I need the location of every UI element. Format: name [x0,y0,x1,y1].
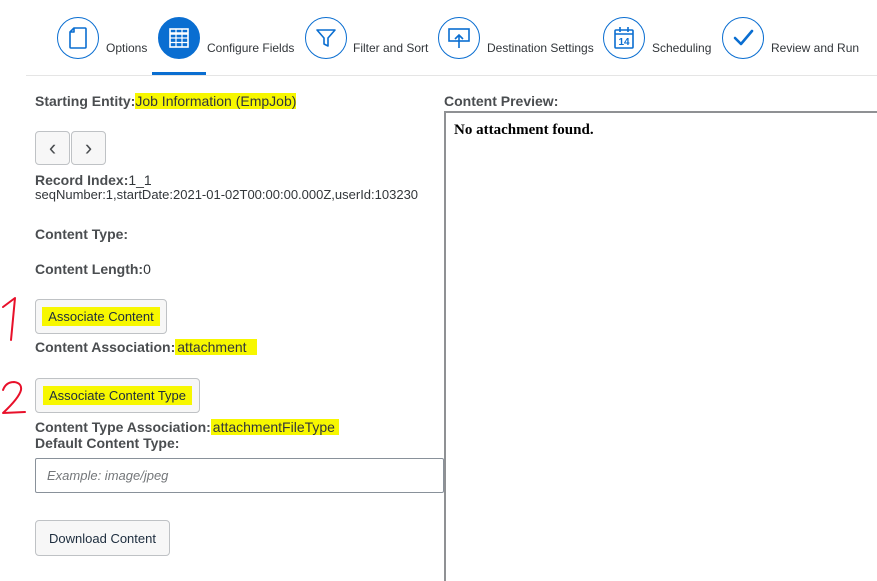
step-destination-settings-label[interactable]: Destination Settings [487,41,594,55]
chevron-right-icon: › [84,135,93,160]
annotation-number-1 [2,297,16,341]
step-options-label[interactable]: Options [106,41,147,55]
download-content-label: Download Content [49,530,156,546]
content-association-label: Content Association: [35,339,176,355]
header-divider [26,75,877,76]
content-association-value: attachment [175,339,257,355]
content-preview-box [444,111,877,581]
starting-entity-value: Job Information (EmpJob) [135,93,297,109]
record-index-row: Record Index:1_1 [35,172,152,188]
document-icon [69,27,87,49]
step-destination-settings[interactable] [438,17,480,59]
record-index-value: 1_1 [128,172,152,188]
previous-record-button[interactable]: ‹ [35,131,70,165]
calendar-day-text: 14 [618,37,630,48]
step-filter-and-sort[interactable] [305,17,347,59]
step-scheduling[interactable]: 14 [603,17,645,59]
starting-entity-label: Starting Entity: [35,93,136,109]
starting-entity-row: Starting Entity:Job Information (EmpJob) [35,93,297,109]
content-length-label: Content Length: [35,261,144,277]
record-index-label: Record Index: [35,172,129,188]
step-review-and-run[interactable] [722,17,764,59]
content-length-row: Content Length:0 [35,261,151,277]
calendar-icon: 14 [614,27,634,49]
step-configure-fields[interactable] [158,17,200,59]
content-type-association-value: attachmentFileType [210,419,339,435]
associate-content-type-label: Associate Content Type [42,386,193,405]
step-scheduling-label[interactable]: Scheduling [652,41,711,55]
content-length-value: 0 [143,261,151,277]
step-options[interactable] [57,17,99,59]
content-type-association-label: Content Type Association: [35,419,211,435]
content-type-association-row: Content Type Association: attachmentFileT… [35,419,339,435]
associate-content-label: Associate Content [42,307,160,326]
filter-icon [316,29,336,47]
upload-icon [448,28,470,48]
next-record-button[interactable]: › [71,131,106,165]
content-preview-text: No attachment found. [454,122,594,138]
content-association-row: Content Association: attachment [35,339,257,355]
step-review-and-run-label[interactable]: Review and Run [771,41,859,55]
download-content-button[interactable]: Download Content [35,520,170,556]
step-filter-and-sort-label[interactable]: Filter and Sort [353,41,428,55]
record-key: seqNumber:1,startDate:2021-01-02T00:00:0… [35,187,419,202]
associate-content-type-button[interactable]: Associate Content Type [35,378,200,413]
default-content-type-input[interactable] [35,458,444,493]
chevron-left-icon: ‹ [48,135,57,160]
checkmark-icon [733,29,754,46]
default-content-type-label: Default Content Type: [35,435,180,451]
annotation-number-2 [2,381,26,414]
associate-content-button[interactable]: Associate Content [35,299,167,334]
content-type-label: Content Type: [35,226,129,242]
step-configure-fields-label[interactable]: Configure Fields [207,41,294,55]
content-preview-label: Content Preview: [444,93,559,109]
table-icon [169,28,189,48]
